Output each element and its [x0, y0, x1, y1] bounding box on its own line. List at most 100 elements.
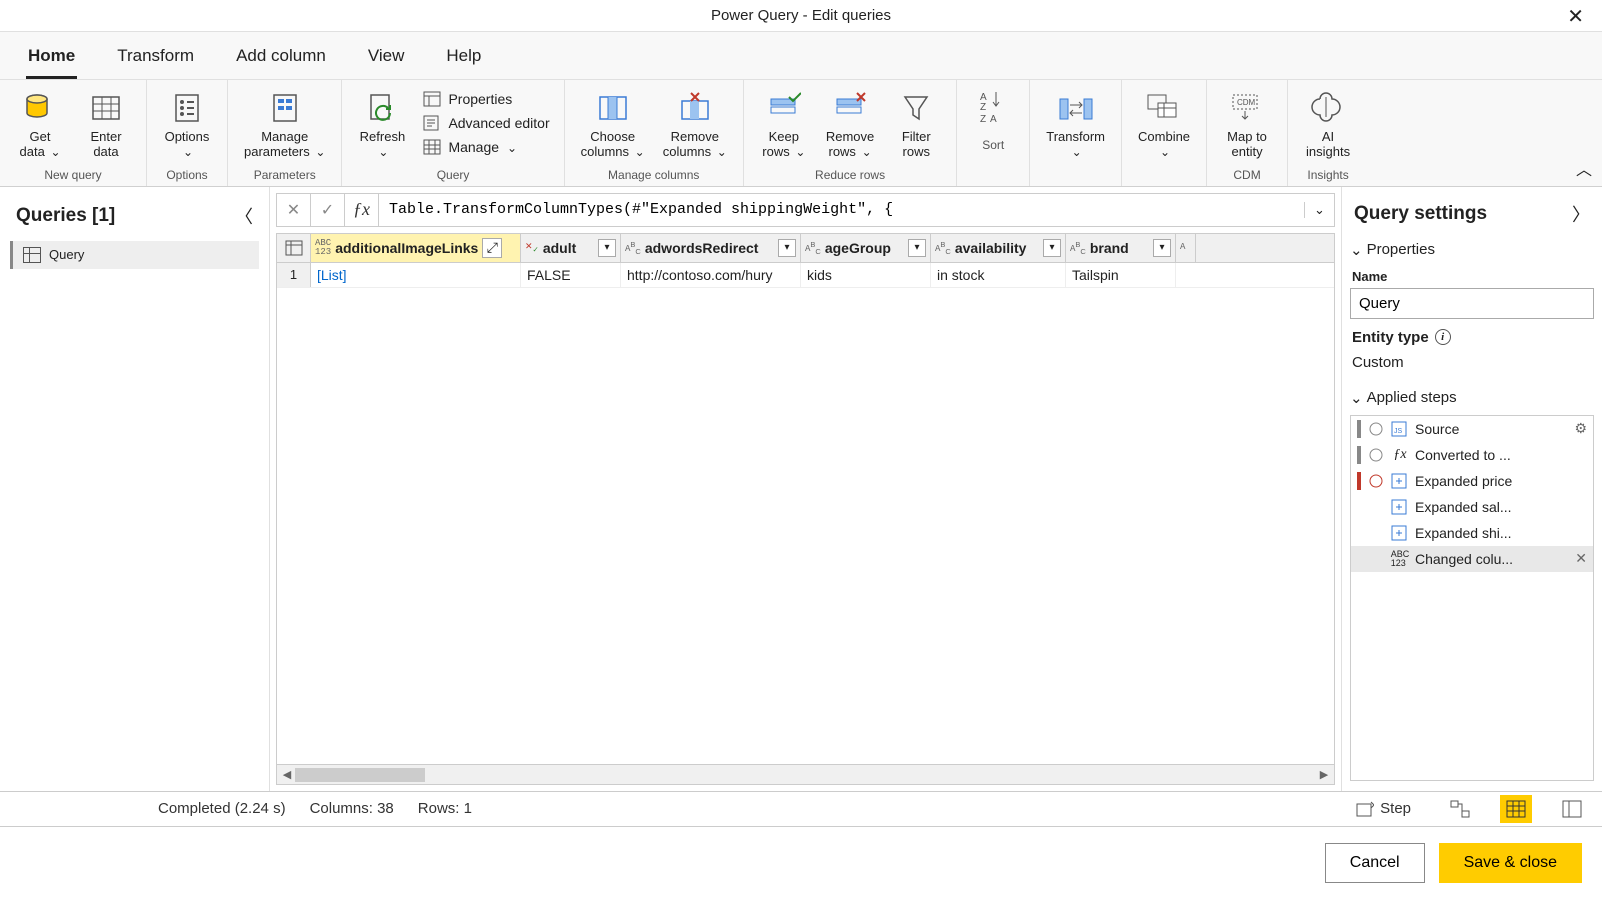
expand-column-icon[interactable]: ⤢: [482, 238, 502, 258]
query-list-item[interactable]: Query: [10, 241, 259, 269]
applied-steps-section[interactable]: ⌄Applied steps: [1350, 385, 1594, 411]
scroll-left-icon[interactable]: ◀: [279, 767, 295, 783]
column-name: availability: [955, 240, 1027, 256]
combine-button[interactable]: Combine: [1132, 84, 1196, 164]
cancel-button[interactable]: Cancel: [1325, 843, 1425, 883]
editor-icon: [422, 114, 442, 132]
type-text-icon: ABC: [935, 241, 951, 255]
map-to-entity-button[interactable]: CDM Map to entity: [1217, 84, 1277, 164]
formula-cancel-icon[interactable]: ✕: [277, 194, 311, 226]
formula-input[interactable]: [379, 201, 1304, 218]
delete-step-icon[interactable]: ✕: [1575, 550, 1587, 567]
keep-rows-button[interactable]: Keep rows: [754, 84, 814, 164]
applied-step[interactable]: Expanded shi...: [1351, 520, 1593, 546]
step-icon: [1356, 801, 1374, 817]
type-text-icon: ABC: [1070, 241, 1086, 255]
ai-insights-button[interactable]: AI insights: [1298, 84, 1358, 164]
schema-view-button[interactable]: [1556, 795, 1588, 823]
row-number[interactable]: 1: [277, 263, 311, 287]
keep-rows-icon: [764, 88, 804, 128]
applied-step[interactable]: Expanded sal...: [1351, 494, 1593, 520]
scroll-right-icon[interactable]: ▶: [1316, 767, 1332, 783]
remove-rows-icon: [830, 88, 870, 128]
grid-cell[interactable]: kids: [801, 263, 931, 287]
sort-button[interactable]: AZZA: [967, 84, 1019, 134]
formula-accept-icon[interactable]: ✓: [311, 194, 345, 226]
properties-section[interactable]: ⌄Properties: [1350, 237, 1594, 263]
tab-add-column[interactable]: Add column: [234, 40, 328, 79]
svg-text:CDM: CDM: [1237, 98, 1256, 107]
save-close-button[interactable]: Save & close: [1439, 843, 1582, 883]
grid-corner[interactable]: [277, 234, 311, 262]
step-button[interactable]: Step: [1347, 795, 1420, 822]
column-header[interactable]: ABCbrand▾: [1066, 234, 1176, 262]
remove-columns-button[interactable]: Remove columns: [657, 84, 733, 164]
step-type-icon: [1391, 472, 1409, 490]
applied-step[interactable]: ƒxConverted to ...: [1351, 442, 1593, 468]
properties-button[interactable]: Properties: [418, 88, 553, 110]
table-icon: [86, 88, 126, 128]
diagram-view-button[interactable]: [1444, 795, 1476, 823]
get-data-label: Get data: [20, 129, 51, 159]
filter-rows-label: Filter rows: [902, 130, 931, 160]
queries-header: Queries [1]: [16, 205, 115, 227]
column-header[interactable]: ABC availability ▾: [931, 234, 1066, 262]
grid-cell[interactable]: in stock: [931, 263, 1066, 287]
transform-button[interactable]: Transform: [1040, 84, 1111, 164]
transform-label: Transform: [1046, 129, 1105, 144]
column-header[interactable]: ABCageGroup▾: [801, 234, 931, 262]
group-new-query: New query: [10, 164, 136, 186]
advanced-editor-button[interactable]: Advanced editor: [418, 112, 553, 134]
manage-button[interactable]: Manage: [418, 136, 553, 158]
applied-step[interactable]: Expanded price: [1351, 468, 1593, 494]
tab-home[interactable]: Home: [26, 40, 77, 79]
info-icon[interactable]: i: [1435, 329, 1451, 345]
column-header[interactable]: A: [1176, 234, 1196, 262]
collapse-ribbon-icon[interactable]: ︿: [1576, 156, 1592, 180]
grid-cell[interactable]: [List]: [311, 263, 521, 287]
brain-icon: [1308, 88, 1348, 128]
close-icon[interactable]: ✕: [1557, 2, 1594, 31]
filter-rows-button[interactable]: Filter rows: [886, 84, 946, 164]
collapse-queries-icon[interactable]: 〈: [235, 203, 253, 229]
column-filter-icon[interactable]: ▾: [1043, 239, 1061, 257]
options-icon: [167, 88, 207, 128]
column-header[interactable]: ABC123additionalImageLinks⤢: [311, 234, 521, 262]
query-table-icon: [23, 247, 41, 263]
expand-settings-icon[interactable]: 〉: [1572, 201, 1590, 227]
gear-icon[interactable]: ⚙: [1574, 420, 1587, 437]
group-reduce-rows: Reduce rows: [754, 164, 946, 186]
manage-parameters-button[interactable]: Manage parameters: [238, 84, 331, 164]
applied-step[interactable]: JSSource⚙: [1351, 416, 1593, 442]
grid-cell[interactable]: Tailspin: [1066, 263, 1176, 287]
link-icon: [1367, 420, 1385, 438]
options-button[interactable]: Options: [157, 84, 217, 164]
grid-cell[interactable]: http://contoso.com/hury: [621, 263, 801, 287]
enter-data-button[interactable]: Enter data: [76, 84, 136, 164]
query-name-input[interactable]: [1350, 288, 1594, 319]
column-filter-icon[interactable]: ▾: [778, 239, 796, 257]
group-query: Query: [352, 164, 553, 186]
tab-transform[interactable]: Transform: [115, 40, 196, 79]
choose-columns-button[interactable]: Choose columns: [575, 84, 651, 164]
remove-rows-button[interactable]: Remove rows: [820, 84, 880, 164]
status-bar: Completed (2.24 s) Columns: 38 Rows: 1 S…: [0, 791, 1602, 827]
get-data-button[interactable]: Get data: [10, 84, 70, 164]
applied-step[interactable]: ABC123Changed colu...✕: [1351, 546, 1593, 572]
grid-view-button[interactable]: [1500, 795, 1532, 823]
column-filter-icon[interactable]: ▾: [908, 239, 926, 257]
column-header[interactable]: ✕✓adult▾: [521, 234, 621, 262]
name-label: Name: [1350, 263, 1594, 288]
column-header[interactable]: ABCadwordsRedirect▾: [621, 234, 801, 262]
column-filter-icon[interactable]: ▾: [598, 239, 616, 257]
scroll-thumb[interactable]: [295, 768, 425, 782]
formula-expand-icon[interactable]: ⌄: [1304, 202, 1334, 218]
tab-help[interactable]: Help: [444, 40, 483, 79]
enter-data-label: Enter data: [90, 130, 121, 160]
refresh-button[interactable]: Refresh: [352, 84, 412, 164]
horizontal-scrollbar[interactable]: ◀ ▶: [277, 764, 1334, 784]
column-filter-icon[interactable]: ▾: [1153, 239, 1171, 257]
grid-cell[interactable]: FALSE: [521, 263, 621, 287]
tab-view[interactable]: View: [366, 40, 407, 79]
fx-icon[interactable]: ƒx: [345, 194, 379, 226]
